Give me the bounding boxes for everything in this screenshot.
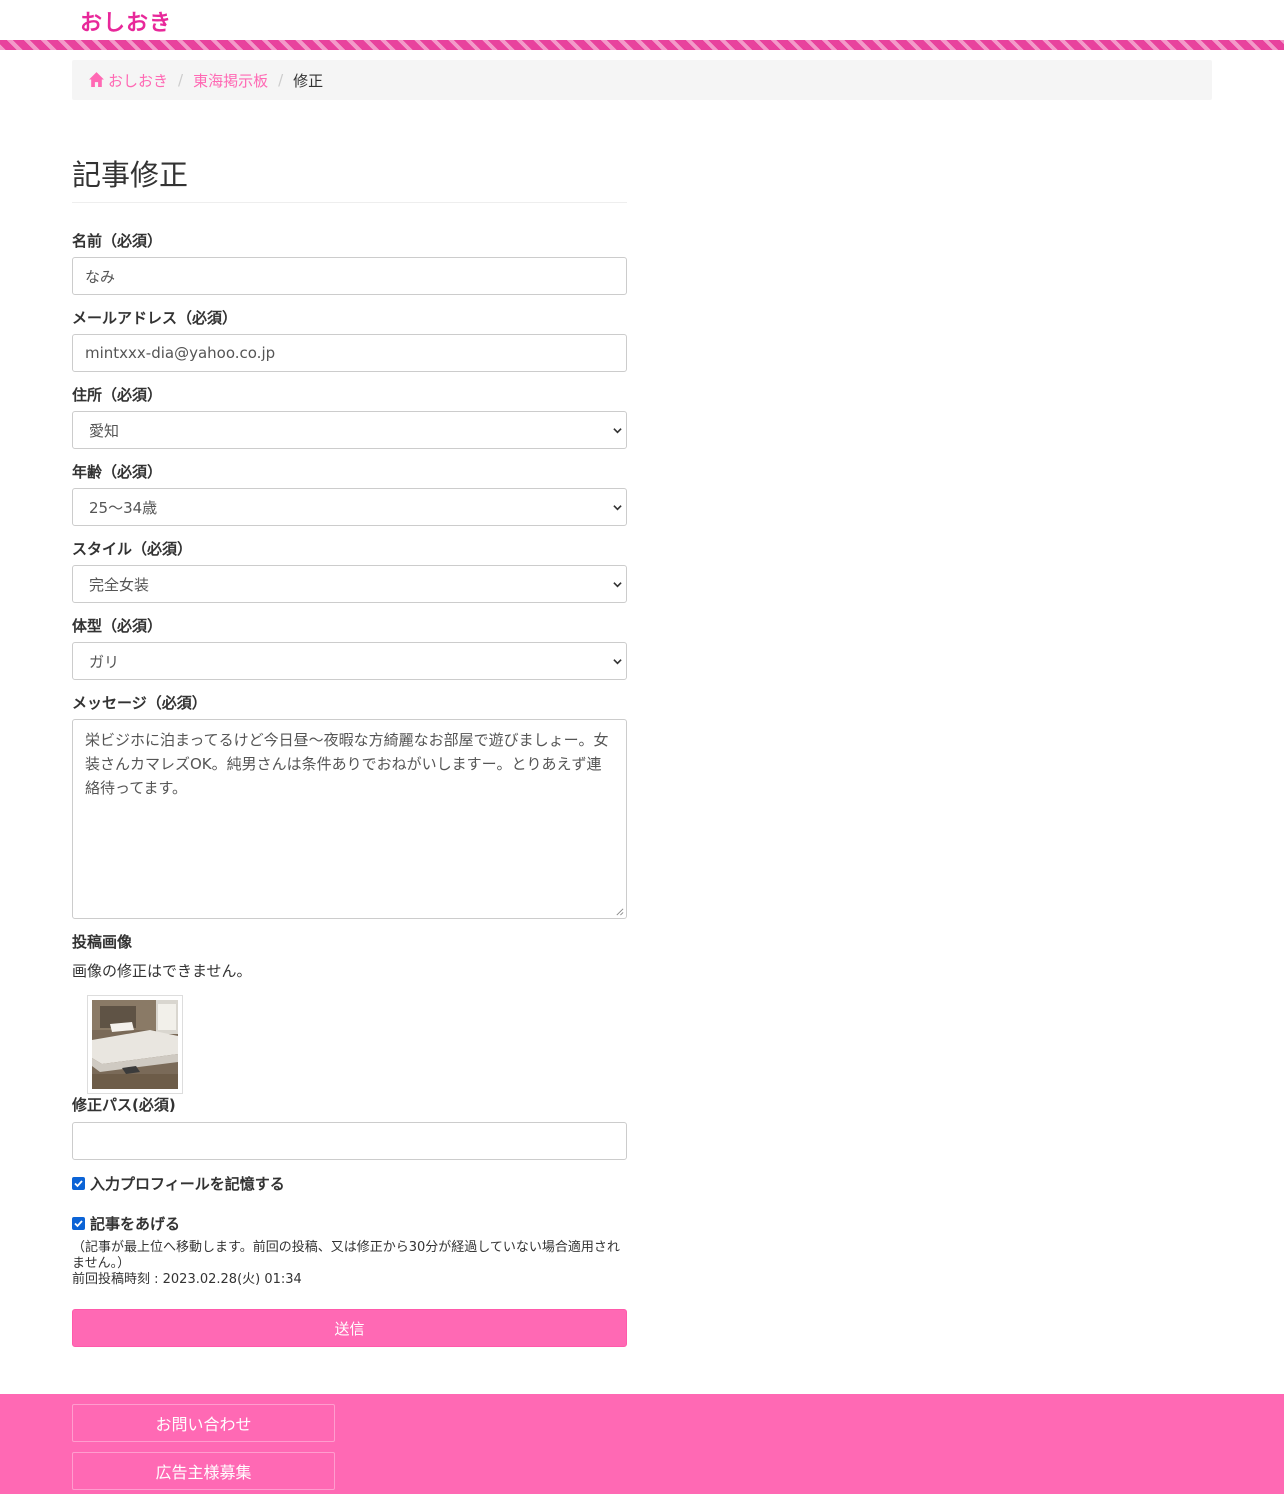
image-note: 画像の修正はできません。 [72,962,252,980]
checkmark-icon [74,1180,83,1188]
resize-handle-icon[interactable] [615,907,624,916]
bump-post-note: （記事が最上位へ移動します。前回の投稿、又は修正から30分が経過していない場合適… [72,1240,620,1271]
footer: お問い合わせ 広告主様募集 [0,1394,1284,1494]
breadcrumb-separator: / [178,71,184,89]
chevron-down-icon [613,505,622,511]
message-value: 栄ビジホに泊まってるけど今日昼〜夜暇な方綺麗なお部屋で遊びましょー。女装さんカマ… [85,731,609,797]
message-textarea[interactable]: 栄ビジホに泊まってるけど今日昼〜夜暇な方綺麗なお部屋で遊びましょー。女装さんカマ… [72,719,627,919]
chevron-down-icon [613,659,622,665]
age-value: 25〜34歳 [89,498,158,517]
email-label: メールアドレス（必須） [72,309,238,327]
last-posted-time: 前回投稿時刻 : 2023.02.28(火) 01:34 [72,1272,302,1287]
name-value: なみ [85,267,116,286]
remember-profile-row[interactable]: 入力プロフィールを記憶する [72,1173,627,1194]
site-logo[interactable]: おしおき [80,5,172,37]
hotel-room-image [92,1000,178,1089]
address-value: 愛知 [89,421,120,440]
chevron-down-icon [613,428,622,434]
image-area [72,981,627,1094]
home-icon [89,71,104,87]
submit-button[interactable]: 送信 [72,1309,627,1347]
password-input[interactable] [72,1122,627,1160]
breadcrumb: おしおき / 東海掲示板 / 修正 [72,60,1212,100]
name-label: 名前（必須） [72,232,163,250]
chevron-down-icon [613,582,622,588]
style-label: スタイル（必須） [72,540,193,558]
bump-post-label: 記事をあげる [90,1215,181,1233]
breadcrumb-home-label: おしおき [108,71,169,90]
breadcrumb-home-link[interactable]: おしおき [88,70,168,91]
message-label: メッセージ（必須） [72,694,207,712]
address-label: 住所（必須） [72,386,163,404]
style-select[interactable]: 完全女装 [72,565,627,603]
age-label: 年齢（必須） [72,463,163,481]
checkmark-icon [74,1220,83,1228]
breadcrumb-separator: / [278,71,284,89]
edit-form: 記事修正 名前（必須） なみ メールアドレス（必須） mintxxx-dia@y… [72,150,627,1347]
advertise-link[interactable]: 広告主様募集 [72,1452,335,1490]
contact-link[interactable]: お問い合わせ [72,1404,335,1442]
breadcrumb-board-link[interactable]: 東海掲示板 [193,70,268,91]
password-label: 修正パス(必須) [72,1096,176,1114]
image-label: 投稿画像 [72,933,133,951]
breadcrumb-current: 修正 [293,71,324,90]
style-value: 完全女装 [89,575,150,594]
remember-profile-label: 入力プロフィールを記憶する [90,1175,285,1193]
email-input[interactable]: mintxxx-dia@yahoo.co.jp [72,334,627,372]
bump-post-row[interactable]: 記事をあげる [72,1213,627,1234]
remember-profile-checkbox[interactable] [72,1177,85,1190]
body-type-value: ガリ [89,652,120,671]
email-value: mintxxx-dia@yahoo.co.jp [85,344,276,362]
body-type-select[interactable]: ガリ [72,642,627,680]
name-input[interactable]: なみ [72,257,627,295]
posted-image-thumbnail[interactable] [87,995,183,1094]
bump-post-checkbox[interactable] [72,1217,85,1230]
page-title: 記事修正 [72,150,627,203]
body-type-label: 体型（必須） [72,617,163,635]
header-stripe [0,40,1284,50]
age-select[interactable]: 25〜34歳 [72,488,627,526]
header-bar: おしおき [0,0,1284,40]
address-select[interactable]: 愛知 [72,411,627,449]
